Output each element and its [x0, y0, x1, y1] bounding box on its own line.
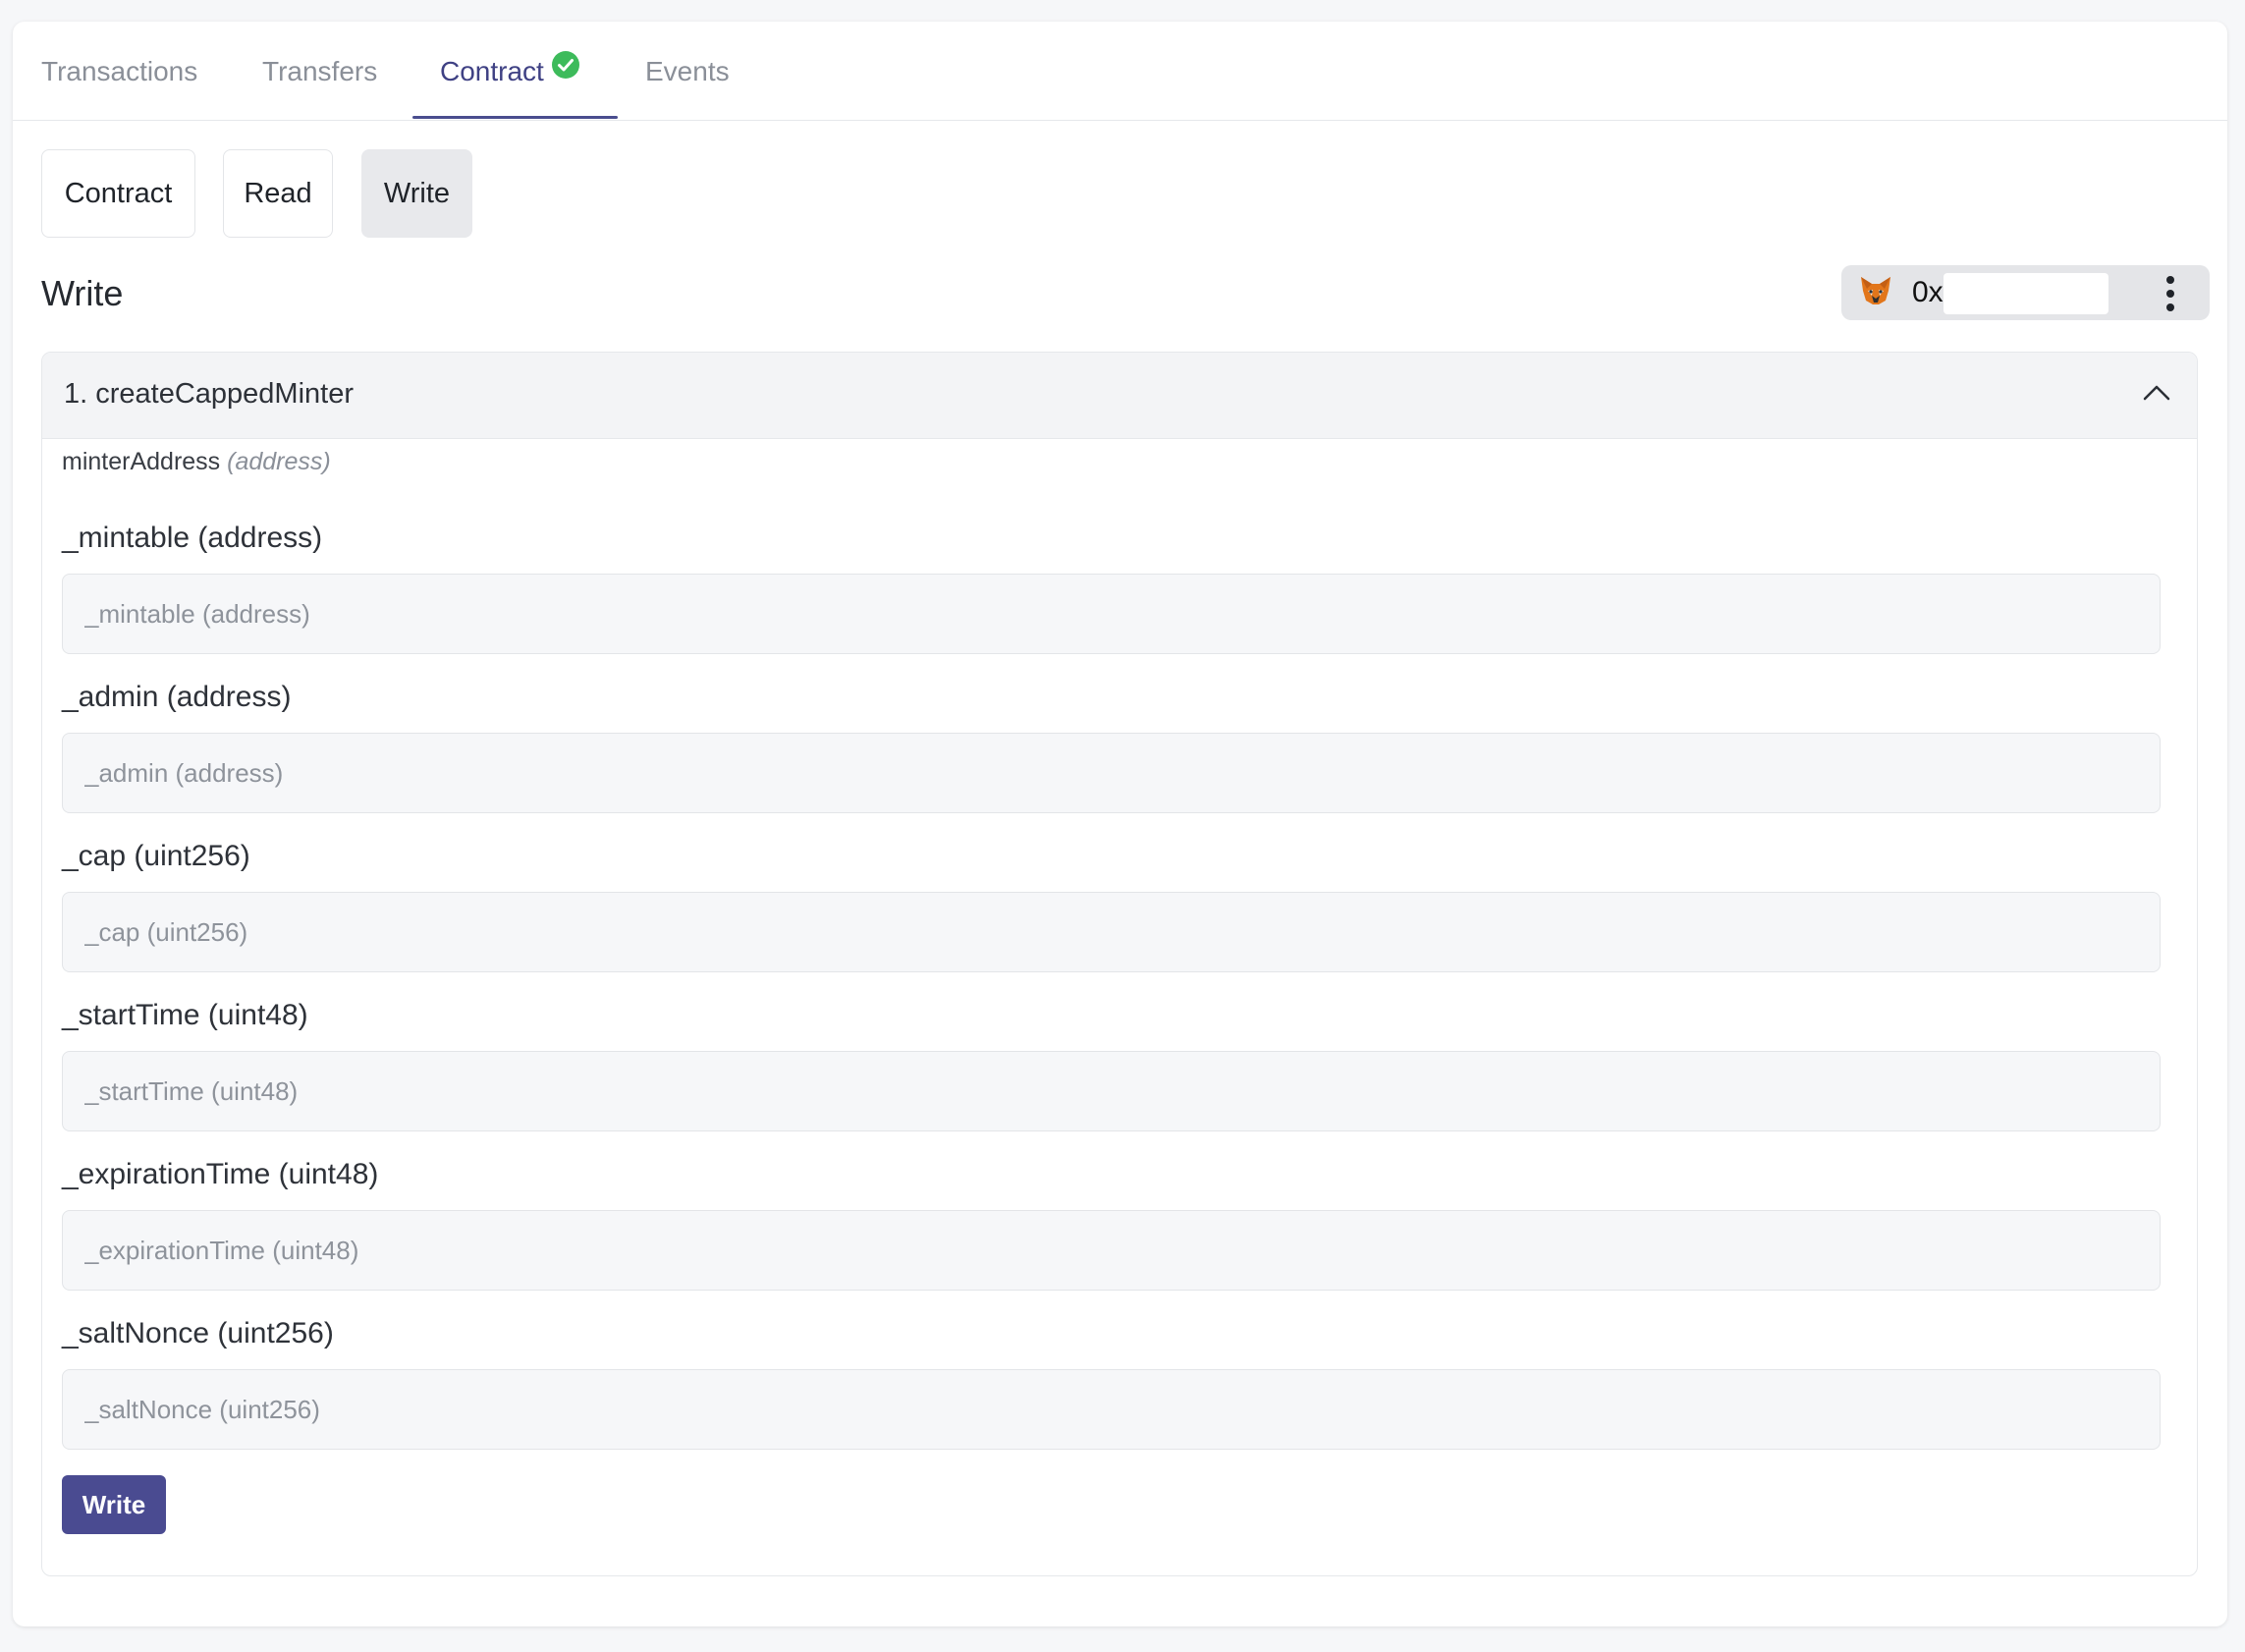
field-label-salt-nonce: _saltNonce (uint256) [62, 1317, 334, 1349]
tab-label: Transfers [262, 55, 378, 86]
cap-input[interactable] [62, 892, 2161, 972]
expiration-time-input[interactable] [62, 1210, 2161, 1291]
section-title: Write [41, 273, 124, 313]
write-button[interactable]: Write [62, 1475, 166, 1534]
contract-panel: Transactions Transfers Contract Events C… [13, 22, 2227, 1626]
method-header[interactable]: 1. createCappedMinter [42, 353, 2197, 439]
field-label-mintable: _mintable (address) [62, 522, 323, 554]
check-circle-icon [551, 50, 579, 79]
kebab-menu-icon[interactable] [2165, 275, 2175, 312]
salt-nonce-input[interactable] [62, 1369, 2161, 1450]
tab-contract[interactable]: Contract [440, 22, 580, 121]
mintable-input[interactable] [62, 574, 2161, 654]
tab-label: Transactions [41, 55, 198, 86]
field-label-admin: _admin (address) [62, 681, 292, 713]
metamask-fox-icon [1861, 277, 1890, 304]
wallet-address-prefix: 0x [1912, 276, 1944, 308]
tab-label: Contract [440, 55, 544, 86]
field-label-cap: _cap (uint256) [62, 840, 250, 872]
tab-events[interactable]: Events [645, 22, 730, 121]
tab-bar: Transactions Transfers Contract Events [13, 22, 2227, 121]
field-label-expiration-time: _expirationTime (uint48) [62, 1158, 379, 1190]
wallet-connect-button[interactable]: 0x [1841, 265, 2210, 320]
admin-input[interactable] [62, 733, 2161, 813]
return-value-label: minterAddress (address) [62, 448, 331, 476]
method-title: 1. createCappedMinter [64, 378, 354, 410]
start-time-input[interactable] [62, 1051, 2161, 1131]
return-type: (address) [227, 448, 331, 475]
chevron-up-icon[interactable] [2142, 382, 2171, 402]
subtab-label: Read [244, 177, 312, 209]
field-label-start-time: _startTime (uint48) [62, 999, 308, 1031]
subtab-label: Write [383, 177, 451, 209]
subtab-write[interactable]: Write [361, 149, 472, 238]
return-name: minterAddress [62, 448, 221, 475]
wallet-address-redacted [1944, 273, 2108, 314]
subtab-label: Contract [64, 177, 173, 209]
tab-transfers[interactable]: Transfers [262, 22, 377, 121]
tab-label: Events [645, 55, 730, 86]
subtab-contract[interactable]: Contract [41, 149, 195, 238]
tab-transactions[interactable]: Transactions [41, 22, 197, 121]
active-tab-indicator [412, 116, 618, 119]
subtab-read[interactable]: Read [223, 149, 333, 238]
